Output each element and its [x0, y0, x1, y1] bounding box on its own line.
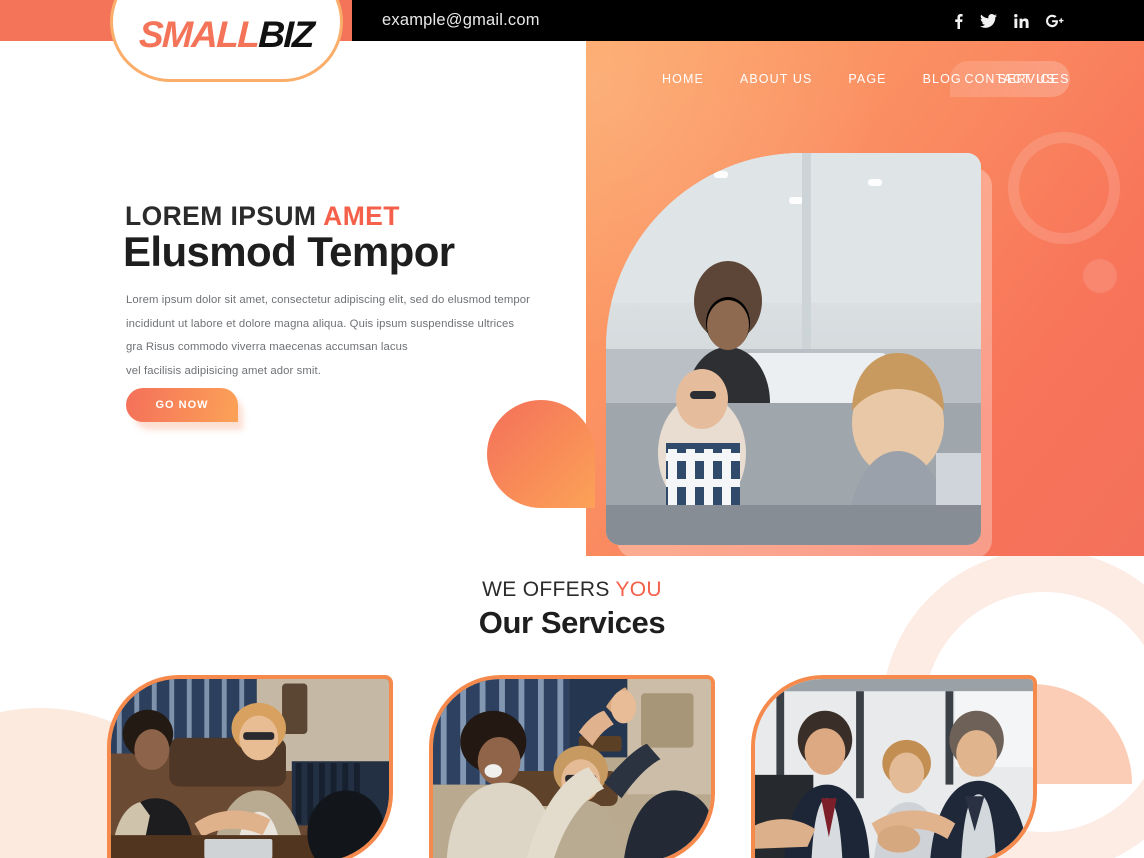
services-heading-group: WE OFFERS YOU Our Services — [0, 578, 1144, 643]
social-links — [954, 0, 1064, 41]
service-photo-3 — [755, 679, 1033, 858]
circle-decoration — [1083, 259, 1117, 293]
ring-decoration — [1008, 132, 1120, 244]
hero-paragraph-line: Lorem ipsum dolor sit amet, consectetur … — [126, 294, 531, 306]
service-photo-2 — [433, 679, 711, 858]
nav-item-about-us[interactable]: ABOUT US — [722, 72, 830, 86]
hero-paragraph-line: gra Risus commodo viverra maecenas accum… — [126, 341, 408, 354]
linkedin-icon[interactable] — [1014, 13, 1029, 28]
hero-eyebrow-main: LOREM IPSUM — [125, 201, 324, 231]
blob-decoration — [487, 400, 595, 508]
services-title: Our Services — [478, 605, 666, 641]
google-plus-icon[interactable] — [1046, 14, 1064, 28]
services-card-grid — [0, 675, 1144, 858]
nav-item-page[interactable]: PAGE — [830, 72, 904, 86]
services-section: WE OFFERS YOU Our Services — [0, 556, 1144, 858]
hero-title: Elusmod Tempor — [123, 228, 455, 275]
services-eyebrow-accent: YOU — [615, 578, 662, 601]
hero-section: HOME ABOUT US PAGE BLOG SERVICES CONTACT… — [0, 41, 1144, 556]
logo-word-biz: BIZ — [258, 14, 315, 55]
nav-item-home[interactable]: HOME — [644, 72, 722, 86]
main-navigation: HOME ABOUT US PAGE BLOG SERVICES CONTACT… — [586, 41, 1144, 117]
service-photo-1 — [111, 679, 389, 858]
hero-paragraph-line: incididunt ut labore et dolore magna ali… — [126, 317, 515, 330]
logo-wordmark: SMALLBIZ — [138, 14, 315, 55]
site-logo[interactable]: SMALLBIZ — [110, 0, 343, 82]
contact-us-button[interactable]: CONTACT US — [950, 61, 1070, 97]
services-eyebrow: WE OFFERS YOU — [0, 578, 1144, 602]
hero-photo — [606, 153, 981, 545]
service-card-2[interactable] — [429, 675, 715, 858]
hero-image — [606, 153, 981, 545]
services-eyebrow-main: WE OFFERS — [482, 578, 616, 601]
hero-eyebrow-accent: AMET — [323, 201, 400, 231]
hero-paragraph: Lorem ipsum dolor sit amet, consectetur … — [126, 289, 536, 384]
hero-paragraph-line: vel facilisis adipisicing amet ador smit… — [126, 365, 321, 378]
contact-email[interactable]: example@gmail.com — [382, 0, 540, 41]
twitter-icon[interactable] — [980, 13, 997, 28]
logo-word-small: SMALL — [138, 14, 260, 55]
facebook-icon[interactable] — [954, 13, 963, 29]
go-now-button[interactable]: GO NOW — [126, 388, 238, 422]
service-card-1[interactable] — [107, 675, 393, 858]
service-card-3[interactable] — [751, 675, 1037, 858]
